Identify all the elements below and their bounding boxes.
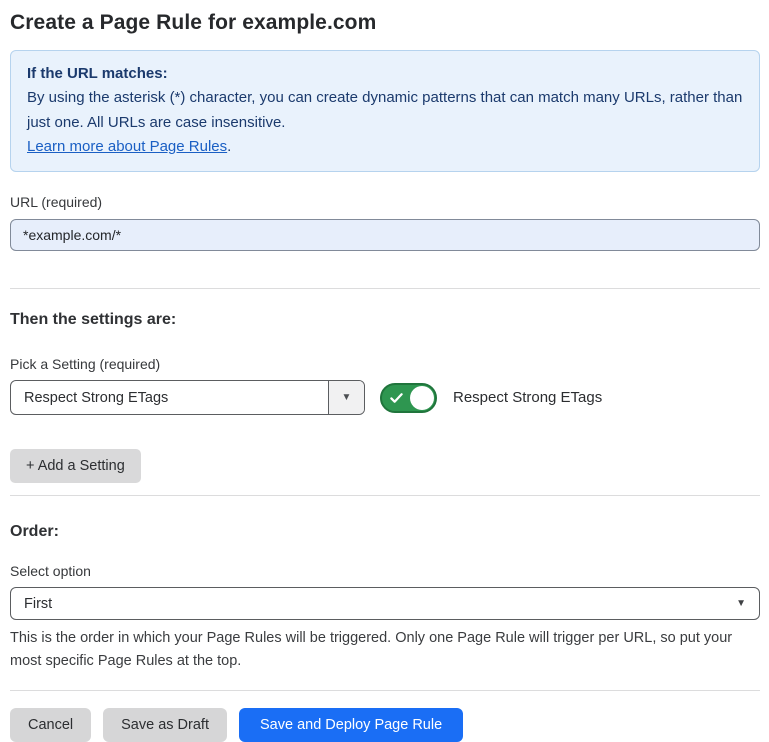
etags-toggle[interactable] xyxy=(380,383,437,413)
setting-row: Respect Strong ETags ▼ Respect Strong ET… xyxy=(10,380,760,415)
section-divider xyxy=(10,495,760,496)
footer-actions: Cancel Save as Draft Save and Deploy Pag… xyxy=(10,708,760,742)
page-title: Create a Page Rule for example.com xyxy=(10,11,760,35)
order-select[interactable]: First ▼ xyxy=(10,587,760,620)
setting-picker-label: Pick a Setting (required) xyxy=(10,356,760,372)
dropdown-arrow-button[interactable]: ▼ xyxy=(328,381,364,414)
url-field-label: URL (required) xyxy=(10,194,760,210)
chevron-down-icon: ▼ xyxy=(736,598,746,609)
setting-dropdown[interactable]: Respect Strong ETags ▼ xyxy=(10,380,365,415)
toggle-label: Respect Strong ETags xyxy=(453,389,602,406)
check-icon xyxy=(390,391,403,404)
info-box-link-line: Learn more about Page Rules. xyxy=(27,135,743,159)
footer-divider xyxy=(10,690,760,691)
add-setting-button[interactable]: + Add a Setting xyxy=(10,449,141,483)
learn-more-link[interactable]: Learn more about Page Rules xyxy=(27,138,227,155)
info-box-heading: If the URL matches: xyxy=(27,62,743,86)
toggle-knob xyxy=(410,386,434,410)
order-section-heading: Order: xyxy=(10,523,760,541)
url-input[interactable] xyxy=(10,219,760,251)
section-divider xyxy=(10,288,760,289)
setting-dropdown-value: Respect Strong ETags xyxy=(11,381,328,414)
info-box-body: By using the asterisk (*) character, you… xyxy=(27,86,743,135)
link-suffix: . xyxy=(227,138,231,155)
save-draft-button[interactable]: Save as Draft xyxy=(103,708,227,742)
chevron-down-icon: ▼ xyxy=(342,392,352,403)
page-rule-form: Create a Page Rule for example.com If th… xyxy=(0,11,769,742)
url-match-info-box: If the URL matches: By using the asteris… xyxy=(10,50,760,172)
order-select-label: Select option xyxy=(10,563,760,579)
save-deploy-button[interactable]: Save and Deploy Page Rule xyxy=(239,708,463,742)
order-select-value: First xyxy=(24,596,52,612)
order-help-text: This is the order in which your Page Rul… xyxy=(10,627,760,672)
cancel-button[interactable]: Cancel xyxy=(10,708,91,742)
settings-section-heading: Then the settings are: xyxy=(10,311,760,329)
